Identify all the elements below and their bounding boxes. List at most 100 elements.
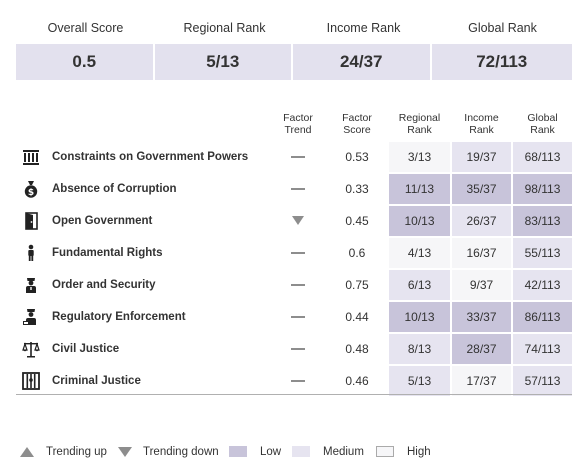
income-rank-header: Income Rank [452, 112, 511, 136]
factor-row-absence-of-corruption[interactable]: $ Absence of Corruption 0.33 11/13 35/37… [16, 174, 572, 204]
person-icon [22, 244, 40, 262]
factor-row-criminal-justice[interactable]: Criminal Justice 0.46 5/13 17/37 57/113 [16, 366, 572, 396]
legend-trending-down-label: Trending down [143, 446, 219, 458]
global-rank-cell: 74/113 [513, 334, 572, 364]
regional-rank-value: 5/13 [154, 44, 291, 80]
income-rank-label: Income Rank [326, 21, 401, 35]
regional-rank-cell: 3/13 [389, 142, 450, 172]
overall-score-label: Overall Score [47, 21, 124, 35]
regional-rank-label: Regional Rank [183, 21, 266, 35]
header-line: Factor [283, 112, 313, 124]
factor-score: 0.6 [348, 246, 366, 260]
regional-rank-cell: 10/13 [389, 206, 450, 236]
regional-rank-header: Regional Rank [389, 112, 450, 136]
global-rank-value: 72/113 [431, 44, 572, 80]
trending-up-icon [20, 447, 34, 457]
trend-flat-icon [286, 334, 310, 364]
factor-trend-header: Factor Trend [276, 112, 320, 136]
factor-score: 0.44 [345, 310, 369, 324]
header-line: Rank [530, 124, 555, 136]
header-line: Trend [284, 124, 312, 136]
factor-score: 0.46 [345, 374, 369, 388]
factor-score: 0.53 [345, 150, 369, 164]
factor-name: Constraints on Government Powers [52, 151, 249, 163]
global-rank-cell: 42/113 [513, 270, 572, 300]
scales-of-justice-icon [22, 340, 40, 358]
factor-name: Criminal Justice [52, 375, 141, 387]
factor-row-order-and-security[interactable]: Order and Security 0.75 6/13 9/37 42/113 [16, 270, 572, 300]
trend-flat-icon [286, 270, 310, 300]
regional-rank-cell: 10/13 [389, 302, 450, 332]
income-rank-cell: 26/37 [452, 206, 511, 236]
legend-high-label: High [407, 446, 431, 458]
income-rank-cell: 33/37 [452, 302, 511, 332]
factor-row-fundamental-rights[interactable]: Fundamental Rights 0.6 4/13 16/37 55/113 [16, 238, 572, 268]
factor-score-header: Factor Score [332, 112, 382, 136]
global-rank-header: Global Rank [513, 112, 572, 136]
trend-flat-icon [286, 366, 310, 396]
header-line: Rank [407, 124, 432, 136]
factor-score: 0.33 [345, 182, 369, 196]
income-rank-cell: 17/37 [452, 366, 511, 396]
prison-bars-icon [22, 372, 40, 390]
income-rank-cell: 35/37 [452, 174, 511, 204]
factor-row-civil-justice[interactable]: Civil Justice 0.48 8/13 28/37 74/113 [16, 334, 572, 364]
income-rank-value: 24/37 [293, 44, 430, 80]
money-bag-icon: $ [22, 180, 40, 198]
regional-rank-cell: 4/13 [389, 238, 450, 268]
factor-name: Civil Justice [52, 343, 120, 355]
factor-row-constraints-on-government-powers[interactable]: Constraints on Government Powers 0.53 3/… [16, 142, 572, 172]
legend-medium-label: Medium [323, 446, 364, 458]
global-rank-cell: 57/113 [513, 366, 572, 396]
global-rank-cell: 83/113 [513, 206, 572, 236]
summary-panel: Overall Score Regional Rank Income Rank … [16, 18, 572, 80]
global-rank-cell: 55/113 [513, 238, 572, 268]
factor-score: 0.45 [345, 214, 369, 228]
trend-flat-icon [286, 302, 310, 332]
regional-rank-cell: 6/13 [389, 270, 450, 300]
header-line: Rank [469, 124, 494, 136]
header-line: Score [343, 124, 371, 136]
factor-name: Order and Security [52, 279, 156, 291]
regional-rank-cell: 5/13 [389, 366, 450, 396]
legend-high-swatch [376, 446, 394, 457]
global-rank-cell: 68/113 [513, 142, 572, 172]
legend-trending-up-label: Trending up [46, 446, 107, 458]
income-rank-cell: 16/37 [452, 238, 511, 268]
global-rank-label: Global Rank [468, 21, 537, 35]
legend-medium-swatch [292, 446, 310, 457]
legend-low-label: Low [260, 446, 282, 458]
police-officer-icon [22, 276, 40, 294]
global-rank-cell: 86/113 [513, 302, 572, 332]
open-door-icon [22, 212, 40, 230]
factor-score: 0.75 [345, 278, 369, 292]
factor-name: Absence of Corruption [52, 183, 177, 195]
factor-name: Regulatory Enforcement [52, 311, 186, 323]
government-building-icon [22, 148, 40, 166]
income-rank-cell: 28/37 [452, 334, 511, 364]
header-line: Regional [398, 112, 441, 124]
trend-flat-icon [286, 174, 310, 204]
factor-name: Fundamental Rights [52, 247, 163, 259]
regional-rank-cell: 11/13 [389, 174, 450, 204]
factor-row-open-government[interactable]: Open Government 0.45 10/13 26/37 83/113 [16, 206, 572, 236]
factor-name: Open Government [52, 215, 153, 227]
header-line: Factor [342, 112, 372, 124]
header-line: Income [464, 112, 499, 124]
factor-score: 0.48 [345, 342, 369, 356]
header-line: Global [527, 112, 558, 124]
trend-flat-icon [286, 142, 310, 172]
income-rank-cell: 19/37 [452, 142, 511, 172]
regional-rank-cell: 8/13 [389, 334, 450, 364]
inspector-icon [22, 308, 40, 326]
global-rank-cell: 98/113 [513, 174, 572, 204]
legend-low-swatch [229, 446, 247, 457]
trend-flat-icon [286, 238, 310, 268]
table-divider [16, 394, 572, 395]
overall-score-value: 0.5 [16, 44, 153, 80]
trend-down-icon [286, 206, 310, 236]
factor-row-regulatory-enforcement[interactable]: Regulatory Enforcement 0.44 10/13 33/37 … [16, 302, 572, 332]
trending-down-icon [118, 447, 132, 457]
svg-text:$: $ [28, 188, 34, 198]
income-rank-cell: 9/37 [452, 270, 511, 300]
